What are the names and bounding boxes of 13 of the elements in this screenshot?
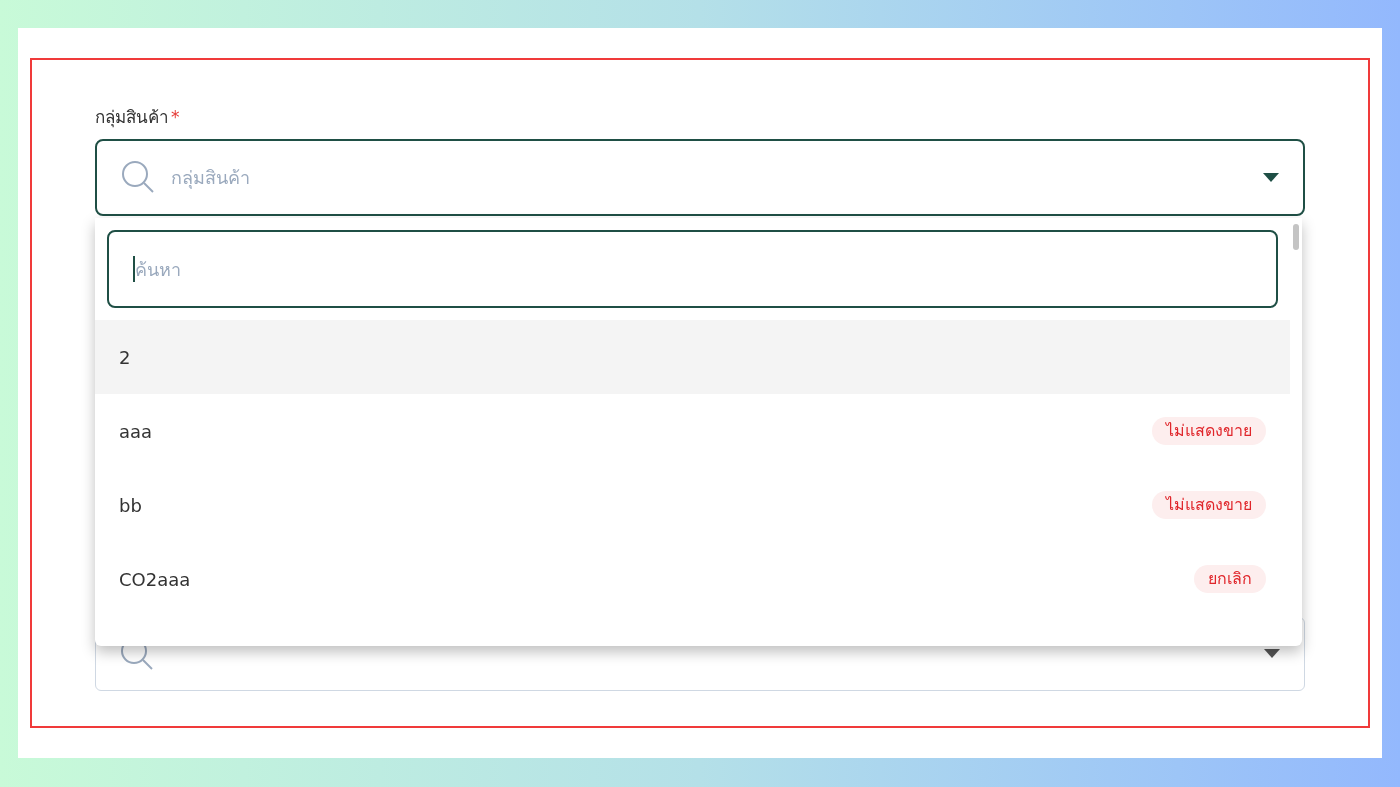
search-icon (121, 160, 155, 194)
placeholder-text: กลุ่มสินค้า (171, 165, 251, 191)
status-tag: ยกเลิก (1194, 565, 1266, 593)
status-tag: ไม่แสดงขาย (1152, 491, 1266, 519)
caret-icon (1263, 172, 1279, 182)
status-tag: ไม่แสดงขาย (1152, 417, 1266, 445)
text-cursor (133, 256, 135, 282)
field-label: กลุ่มสินค้า (95, 106, 169, 130)
required-mark: * (171, 106, 180, 129)
caret-icon (1264, 649, 1280, 658)
scrollbar-thumb[interactable] (1293, 224, 1299, 250)
dropdown-option[interactable]: 2 (95, 320, 1290, 394)
placeholder-text: ค้นหา (135, 257, 181, 282)
